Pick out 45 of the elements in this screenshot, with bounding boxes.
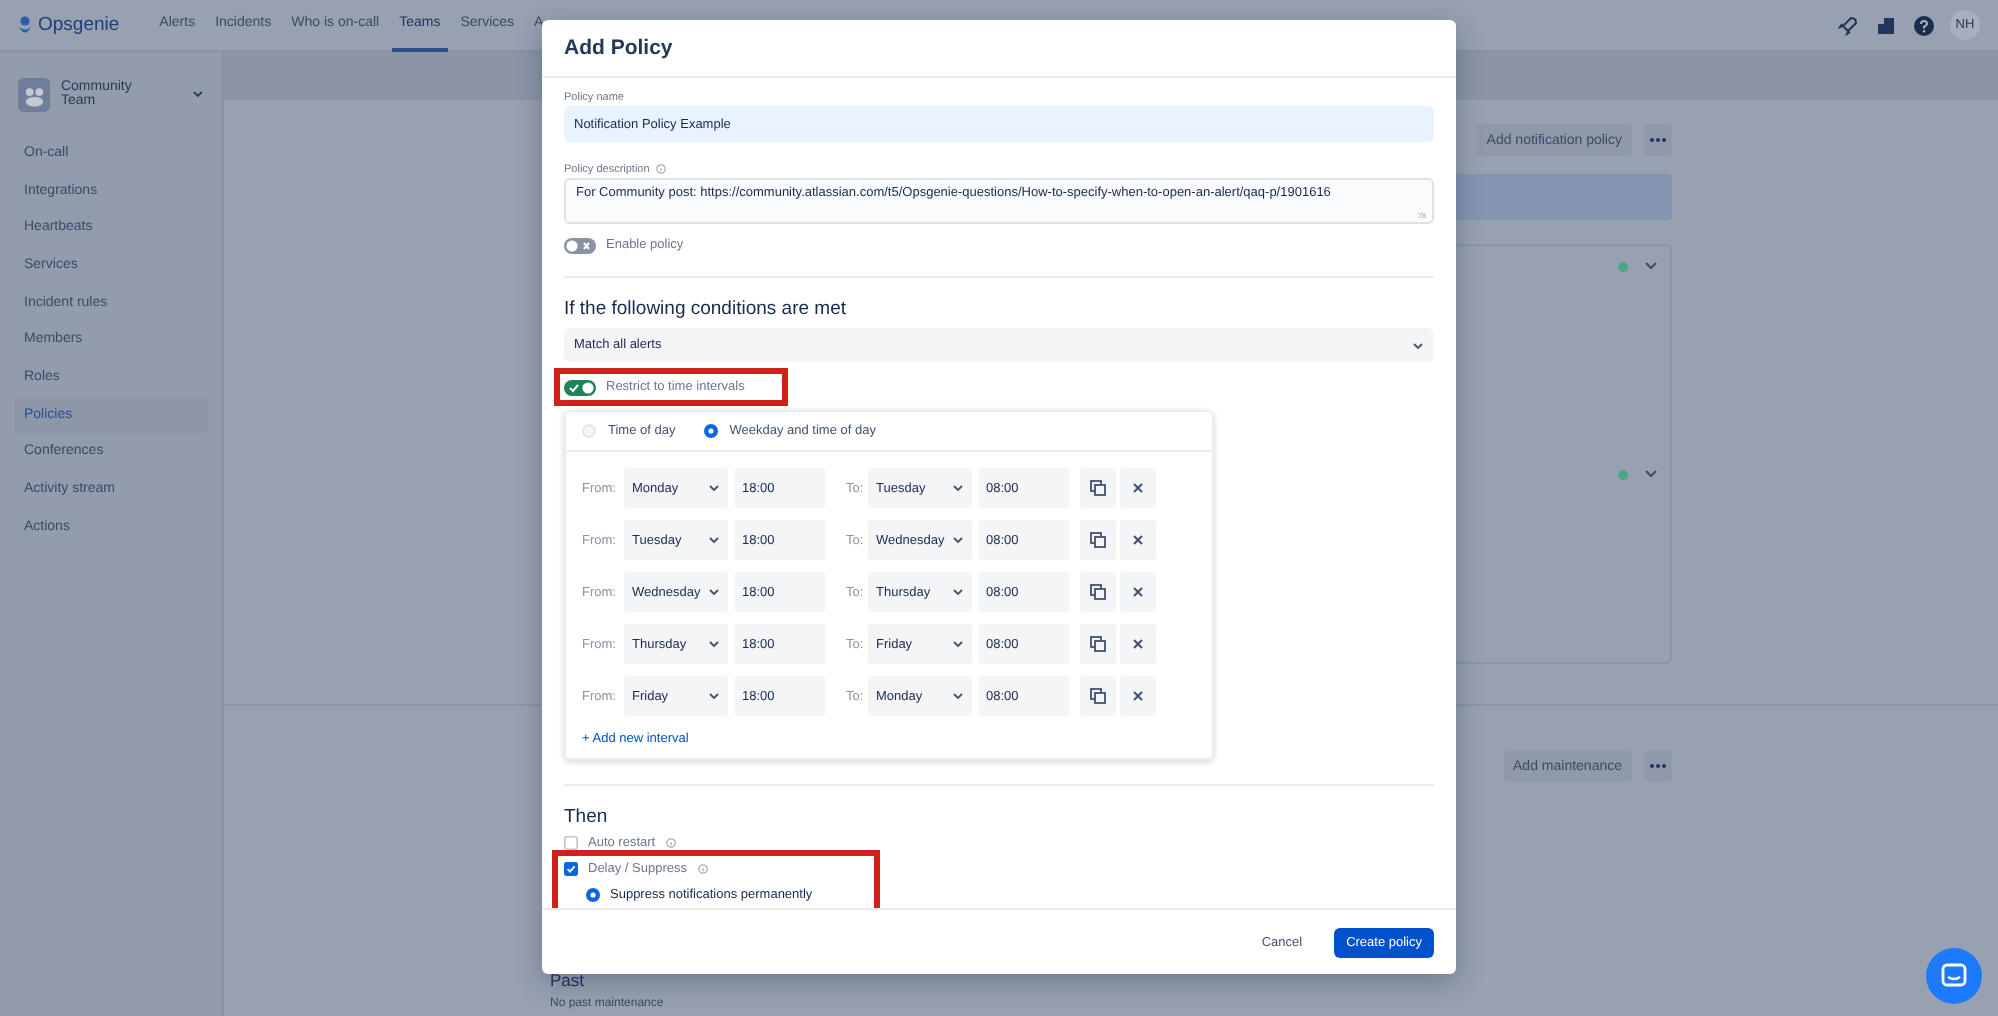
chevron-down-icon[interactable]: [192, 88, 204, 100]
toggle-switch[interactable]: [564, 237, 596, 253]
section-heading: If the following conditions are met: [564, 298, 848, 320]
copy-icon[interactable]: [1080, 676, 1116, 716]
chevron-down-icon: [708, 690, 720, 702]
chevron-down-icon: [708, 482, 720, 494]
copy-icon[interactable]: [1080, 572, 1116, 612]
chevron-down-icon: [952, 482, 964, 494]
chevron-down-icon: [708, 534, 720, 546]
brand-name: Opsgenie: [38, 14, 120, 36]
dialog-title: Add Policy: [564, 36, 673, 60]
copy-icon[interactable]: [1080, 520, 1116, 560]
logo-icon: [18, 15, 32, 35]
info-icon: [655, 164, 666, 174]
help-icon[interactable]: [1914, 15, 1934, 35]
radio-button[interactable]: [582, 424, 596, 438]
radio-button[interactable]: [703, 424, 718, 438]
close-icon[interactable]: [1120, 624, 1156, 664]
chevron-down-icon[interactable]: [1644, 258, 1658, 272]
toggle-switch[interactable]: [564, 379, 596, 395]
rocket-icon[interactable]: [1838, 15, 1858, 35]
close-icon[interactable]: [1120, 520, 1156, 560]
chevron-down-icon[interactable]: [1644, 466, 1658, 480]
info-icon: [665, 838, 676, 848]
chevron-down-icon: [1412, 339, 1424, 351]
close-icon[interactable]: [1120, 676, 1156, 716]
checkbox[interactable]: [564, 836, 578, 850]
status-dot-icon: [1618, 262, 1628, 272]
close-icon[interactable]: [1120, 468, 1156, 508]
chevron-down-icon: [952, 534, 964, 546]
section-heading: Past: [550, 970, 587, 990]
section-heading: Then: [564, 806, 610, 828]
chevron-down-icon: [952, 638, 964, 650]
chevron-down-icon: [708, 638, 720, 650]
chevron-down-icon: [708, 586, 720, 598]
chevron-down-icon: [952, 586, 964, 598]
copy-icon[interactable]: [1080, 468, 1116, 508]
copy-icon[interactable]: [1080, 624, 1116, 664]
document-icon[interactable]: [1876, 15, 1896, 35]
info-icon: [697, 864, 707, 874]
chat-icon[interactable]: [1926, 948, 1982, 1004]
close-icon[interactable]: [1120, 572, 1156, 612]
radio-button[interactable]: [586, 888, 600, 902]
status-dot-icon: [1618, 470, 1628, 480]
chevron-down-icon: [952, 690, 964, 702]
